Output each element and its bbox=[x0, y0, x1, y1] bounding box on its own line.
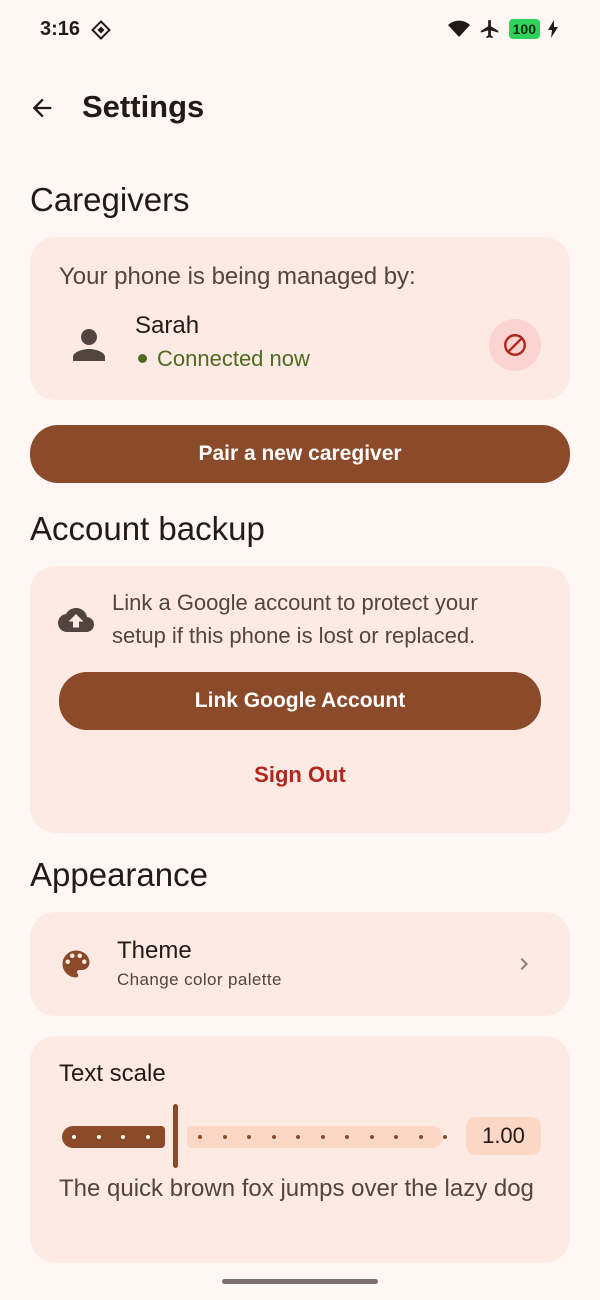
slider-tick bbox=[296, 1135, 300, 1139]
slider-tick bbox=[443, 1135, 447, 1139]
link-google-account-button[interactable]: Link Google Account bbox=[59, 672, 541, 730]
slider-tick bbox=[418, 1135, 423, 1139]
theme-title: Theme bbox=[117, 937, 192, 964]
arrow-back-icon bbox=[32, 98, 52, 118]
slider-tick bbox=[247, 1135, 251, 1139]
person-icon bbox=[73, 329, 105, 361]
caregivers-section-title: Caregivers bbox=[30, 181, 190, 218]
airplane-icon bbox=[480, 19, 498, 39]
text-scale-slider[interactable] bbox=[59, 1102, 449, 1170]
appearance-section-title: Appearance bbox=[30, 856, 208, 893]
slider-inactive-track bbox=[187, 1126, 447, 1148]
text-scale-label: Text scale bbox=[59, 1060, 166, 1087]
theme-subtitle: Change color palette bbox=[117, 970, 282, 989]
charging-bolt-icon bbox=[548, 20, 558, 38]
slider-tick bbox=[320, 1135, 325, 1139]
slider-tick bbox=[222, 1135, 227, 1139]
battery-level: 100 bbox=[512, 21, 536, 37]
widget-icon bbox=[91, 20, 111, 40]
slider-tick bbox=[96, 1135, 101, 1139]
palette-icon bbox=[62, 950, 90, 978]
page-title: Settings bbox=[82, 89, 205, 124]
theme-setting-row[interactable]: Theme Change color palette bbox=[30, 912, 570, 1016]
slider-tick bbox=[145, 1135, 150, 1139]
account-backup-card: Link a Google account to protect your se… bbox=[30, 566, 570, 833]
status-icons: 100 bbox=[447, 18, 558, 40]
slider-thumb[interactable] bbox=[173, 1104, 178, 1168]
slider-tick bbox=[72, 1135, 76, 1139]
pair-caregiver-button[interactable]: Pair a new caregiver bbox=[30, 425, 570, 483]
sign-out-button[interactable]: Sign Out bbox=[30, 762, 570, 788]
slider-tick bbox=[345, 1135, 349, 1139]
back-button[interactable] bbox=[22, 88, 62, 128]
caregiver-name: Sarah bbox=[135, 312, 200, 339]
slider-tick bbox=[271, 1135, 276, 1139]
account-backup-section-title: Account backup bbox=[30, 510, 265, 547]
slider-tick bbox=[198, 1135, 202, 1139]
battery-icon: 100 bbox=[508, 19, 540, 39]
home-indicator[interactable] bbox=[222, 1279, 378, 1284]
status-time: 3:16 bbox=[40, 18, 81, 40]
cloud-upload-icon bbox=[58, 608, 94, 632]
text-scale-card: Text scale 1.00 The quick brown fox jump… bbox=[30, 1036, 570, 1263]
text-scale-value: 1.00 bbox=[466, 1117, 541, 1155]
slider-active-track bbox=[62, 1126, 165, 1148]
block-icon bbox=[504, 334, 526, 356]
backup-description: Link a Google account to protect your se… bbox=[112, 590, 478, 648]
text-scale-sample: The quick brown fox jumps over the lazy … bbox=[59, 1175, 534, 1202]
managed-by-label: Your phone is being managed by: bbox=[59, 263, 416, 290]
slider-tick bbox=[121, 1135, 125, 1139]
slider-tick bbox=[394, 1135, 398, 1139]
wifi-icon bbox=[447, 20, 470, 37]
connection-status: Connected now bbox=[157, 346, 310, 371]
caregivers-card: Your phone is being managed by: Sarah Co… bbox=[30, 237, 570, 400]
remove-caregiver-button[interactable] bbox=[489, 319, 541, 371]
slider-tick bbox=[369, 1135, 374, 1139]
connected-status-dot bbox=[138, 354, 147, 363]
chevron-right-icon bbox=[520, 958, 528, 970]
